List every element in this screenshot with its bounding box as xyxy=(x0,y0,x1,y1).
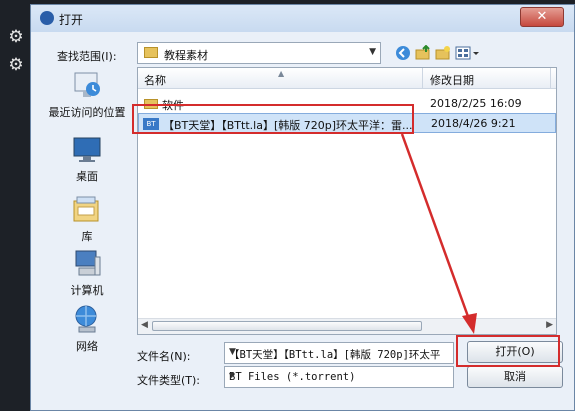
annotation-arrow xyxy=(400,133,477,334)
